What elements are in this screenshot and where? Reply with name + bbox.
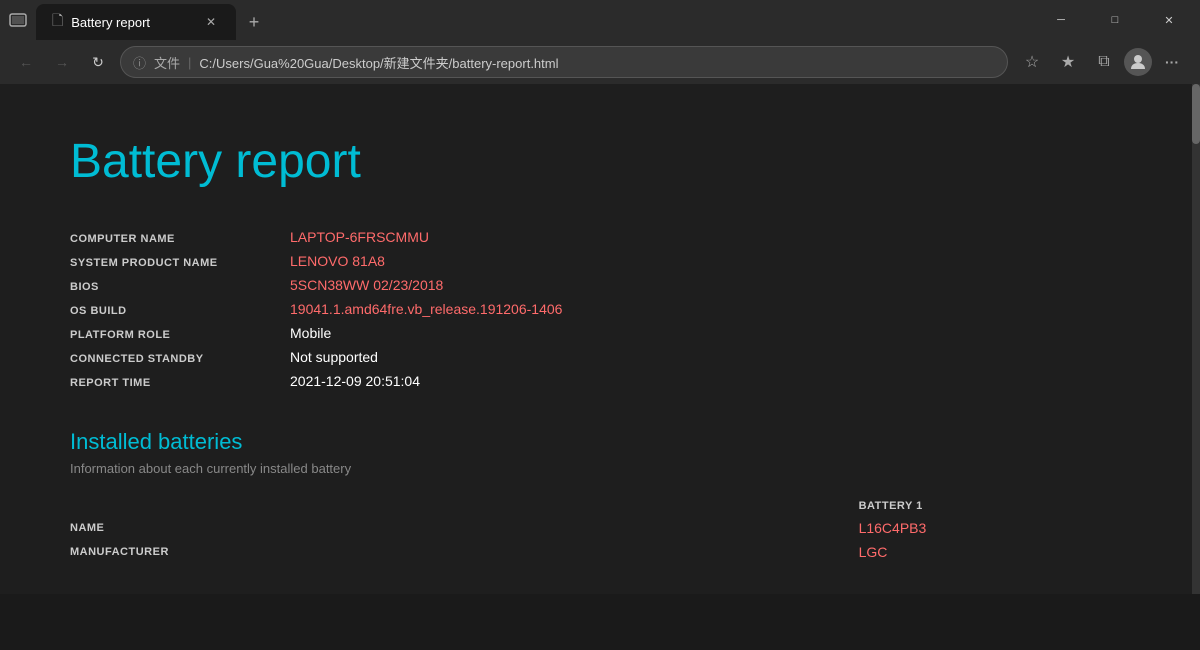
window-controls: ─ □ ✕ — [1038, 4, 1192, 36]
info-row: COMPUTER NAMELAPTOP-6FRSCMMU — [70, 229, 1130, 245]
info-row: OS BUILD19041.1.amd64fre.vb_release.1912… — [70, 301, 1130, 317]
more-options-button[interactable]: ··· — [1156, 46, 1188, 78]
collections-button[interactable]: ★ — [1052, 46, 1084, 78]
info-icon: ⓘ — [133, 53, 146, 72]
info-row: REPORT TIME2021-12-09 20:51:04 — [70, 373, 1130, 389]
address-bar[interactable]: ⓘ 文件 | C:/Users/Gua%20Gua/Desktop/新建文件夹/… — [120, 46, 1008, 78]
info-label: OS BUILD — [70, 305, 290, 317]
info-label: BIOS — [70, 281, 290, 293]
info-row: CONNECTED STANDBYNot supported — [70, 349, 1130, 365]
battery-table-row: MANUFACTURERLGC — [70, 540, 1130, 564]
tab-manager-button[interactable]: ⧉ — [1088, 46, 1120, 78]
info-row: BIOS5SCN38WW 02/23/2018 — [70, 277, 1130, 293]
minimize-button[interactable]: ─ — [1038, 4, 1084, 36]
info-value: LENOVO 81A8 — [290, 253, 385, 269]
title-bar-left — [8, 10, 28, 30]
info-value: Not supported — [290, 349, 378, 365]
info-value: 5SCN38WW 02/23/2018 — [290, 277, 443, 293]
info-value: 2021-12-09 20:51:04 — [290, 373, 420, 389]
info-value: LAPTOP-6FRSCMMU — [290, 229, 429, 245]
refresh-button[interactable]: ↻ — [84, 48, 112, 76]
info-value: Mobile — [290, 325, 331, 341]
battery-row-label: MANUFACTURER — [70, 540, 859, 564]
tab-bar: 🗋 Battery report ✕ + — [28, 0, 1038, 40]
new-tab-button[interactable]: + — [240, 8, 268, 36]
separator: | — [188, 55, 191, 70]
scroll-thumb[interactable] — [1192, 84, 1200, 144]
back-button[interactable]: ← — [12, 48, 40, 76]
profile-button[interactable] — [1124, 48, 1152, 76]
info-row: PLATFORM ROLEMobile — [70, 325, 1130, 341]
page-content: Battery report COMPUTER NAMELAPTOP-6FRSC… — [0, 84, 1200, 594]
tab-doc-icon: 🗋 — [52, 10, 63, 34]
info-value: 19041.1.amd64fre.vb_release.191206-1406 — [290, 301, 562, 317]
tab-close-button[interactable]: ✕ — [202, 13, 220, 31]
battery-table-row: NAMEL16C4PB3 — [70, 516, 1130, 540]
battery-col-header: BATTERY 1 — [859, 496, 1130, 516]
maximize-button[interactable]: □ — [1092, 4, 1138, 36]
info-label: COMPUTER NAME — [70, 233, 290, 245]
battery-row-label: NAME — [70, 516, 859, 540]
address-bar-row: ← → ↻ ⓘ 文件 | C:/Users/Gua%20Gua/Desktop/… — [0, 40, 1200, 84]
info-label: SYSTEM PRODUCT NAME — [70, 257, 290, 269]
info-row: SYSTEM PRODUCT NAMELENOVO 81A8 — [70, 253, 1130, 269]
installed-batteries-section: Installed batteries Information about ea… — [70, 429, 1130, 564]
page-title: Battery report — [70, 134, 1130, 189]
section-title: Installed batteries — [70, 429, 1130, 455]
battery-row-value: L16C4PB3 — [859, 516, 1130, 540]
battery-empty-header — [70, 496, 859, 516]
file-label: 文件 — [154, 53, 180, 72]
browser-chrome: 🗋 Battery report ✕ + ─ □ ✕ ← → ↻ ⓘ 文件 | … — [0, 0, 1200, 84]
browser-icon — [8, 10, 28, 30]
forward-button[interactable]: → — [48, 48, 76, 76]
system-info-table: COMPUTER NAMELAPTOP-6FRSCMMUSYSTEM PRODU… — [70, 229, 1130, 389]
favorites-button[interactable]: ☆ — [1016, 46, 1048, 78]
title-bar: 🗋 Battery report ✕ + ─ □ ✕ — [0, 0, 1200, 40]
info-label: REPORT TIME — [70, 377, 290, 389]
battery-table: BATTERY 1NAMEL16C4PB3MANUFACTURERLGC — [70, 496, 1130, 564]
battery-row-value: LGC — [859, 540, 1130, 564]
tab-title: Battery report — [71, 15, 194, 30]
close-button[interactable]: ✕ — [1146, 4, 1192, 36]
url-text: C:/Users/Gua%20Gua/Desktop/新建文件夹/battery… — [199, 53, 995, 72]
info-label: CONNECTED STANDBY — [70, 353, 290, 365]
scrollbar[interactable] — [1192, 84, 1200, 594]
toolbar-icons: ☆ ★ ⧉ ··· — [1016, 46, 1188, 78]
active-tab[interactable]: 🗋 Battery report ✕ — [36, 4, 236, 40]
section-subtitle: Information about each currently install… — [70, 461, 1130, 476]
info-label: PLATFORM ROLE — [70, 329, 290, 341]
